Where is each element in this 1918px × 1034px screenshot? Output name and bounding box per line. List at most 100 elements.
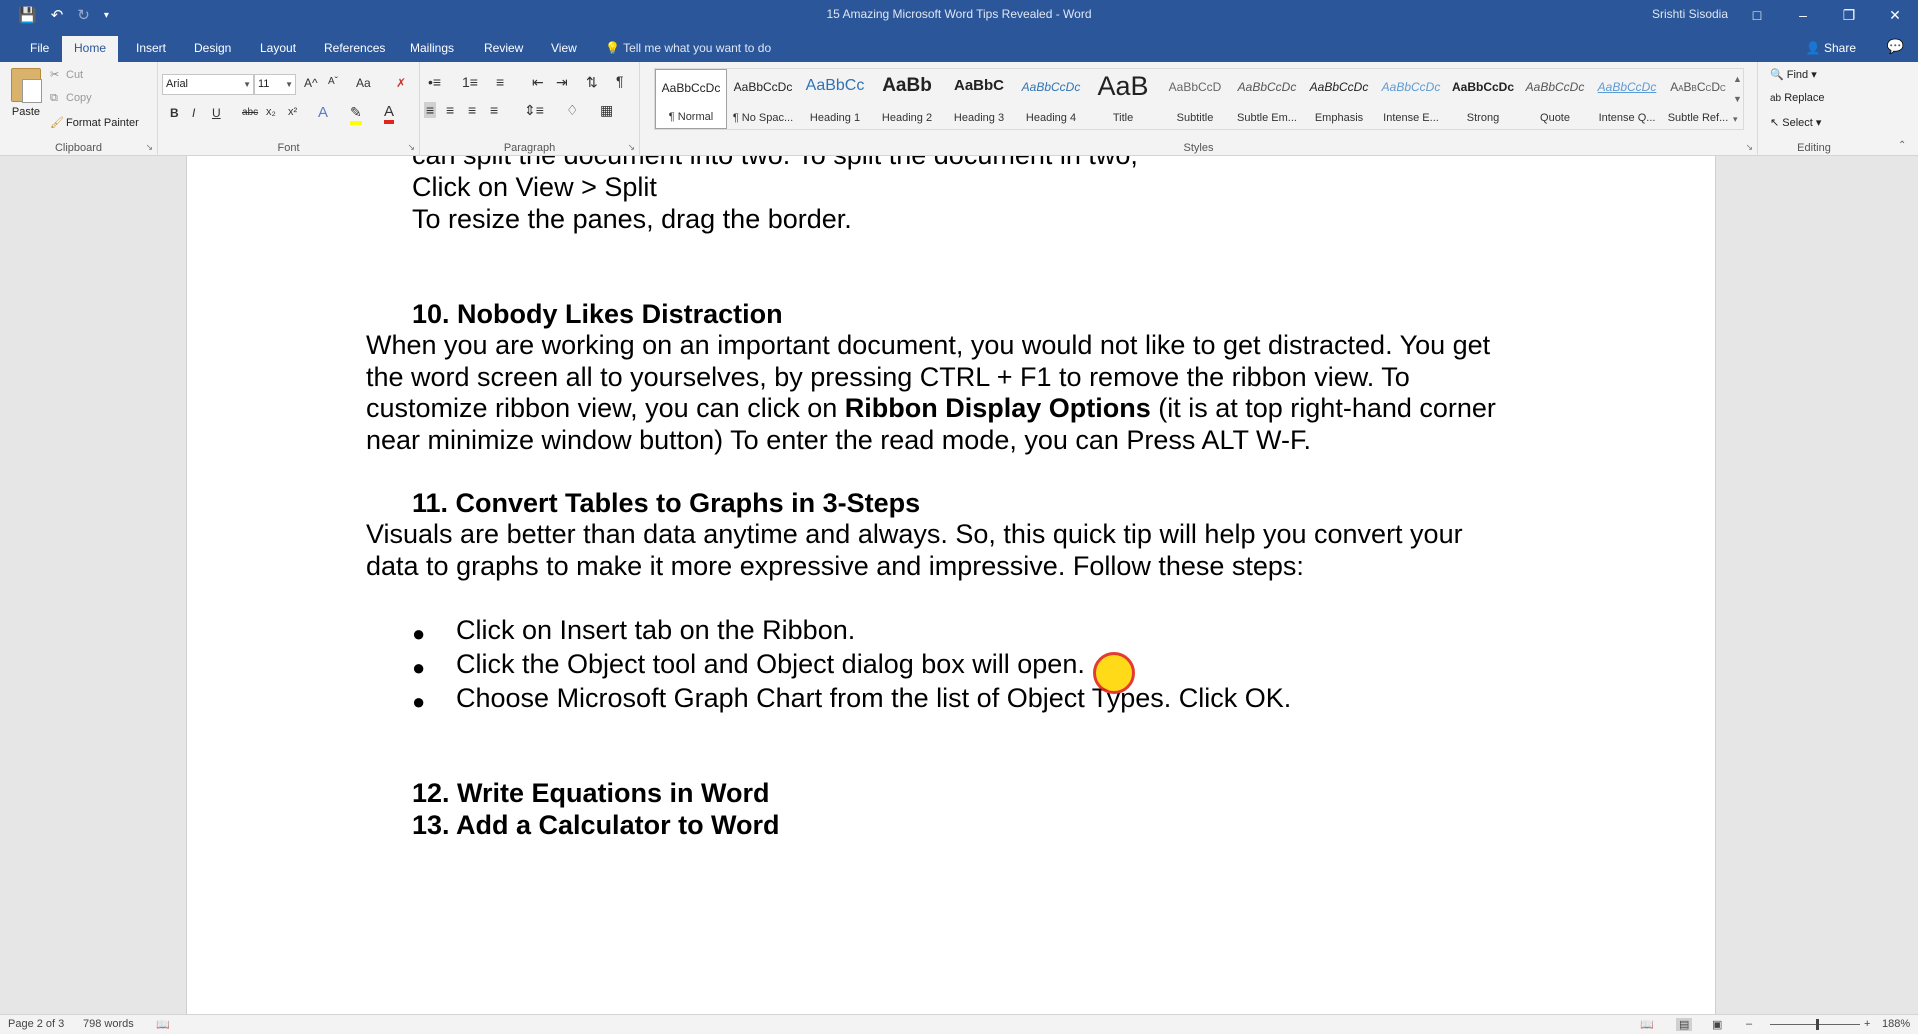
font-family-select[interactable]: Arial ▼ [162,74,254,95]
paragraph-line: can split the document into two. To spli… [412,156,1138,171]
paste-button[interactable]: Paste [8,68,44,118]
tab-layout[interactable]: Layout [248,36,308,62]
change-case-button[interactable]: Aa [356,76,371,90]
read-mode-icon[interactable]: 📖 [1640,1018,1654,1031]
zoom-level[interactable]: 188% [1882,1018,1910,1030]
paintbrush-icon: 🖌 [50,117,64,129]
tab-view[interactable]: View [539,36,589,62]
strikethrough-button[interactable]: abc [242,107,258,118]
style-name: Intense Q... [1598,112,1656,124]
font-size-select[interactable]: 11 ▼ [254,74,296,95]
zoom-out-icon[interactable]: – [1746,1018,1752,1030]
style-subtle-reference[interactable]: AaBbCcDc Subtle Ref... [1663,69,1733,129]
tab-mailings[interactable]: Mailings [398,36,466,62]
subscript-button[interactable]: x₂ [266,106,276,118]
style-subtle-emphasis[interactable]: AaBbCcDc Subtle Em... [1231,69,1303,129]
dialog-launcher-icon[interactable]: ↘ [145,142,153,153]
italic-button[interactable]: I [192,106,195,120]
format-painter-button[interactable]: 🖌 Format Painter [50,116,139,129]
replace-button[interactable]: ab Replace [1770,92,1825,104]
select-button[interactable]: ↖ Select ▾ [1770,116,1821,129]
paragraph-line: When you are working on an important doc… [366,330,1491,360]
word-count[interactable]: 798 words [83,1018,134,1030]
style-intense-quote[interactable]: AaBbCcDc Intense Q... [1591,69,1663,129]
style-heading-1[interactable]: AaBbCc Heading 1 [799,69,871,129]
text-effects-icon[interactable]: A [318,104,328,121]
tab-insert[interactable]: Insert [124,36,178,62]
style-preview: AaBbCcDc [1381,80,1441,94]
cut-button[interactable]: ✂ Cut [50,68,83,81]
style-quote[interactable]: AaBbCcDc Quote [1519,69,1591,129]
style-normal[interactable]: AaBbCcDc ¶ Normal [655,69,727,129]
multilevel-list-icon[interactable]: ≡ [496,74,504,90]
web-layout-icon[interactable]: ▣ [1712,1018,1722,1031]
tab-home[interactable]: Home [62,36,119,62]
bold-button[interactable]: B [170,106,179,120]
paragraph-group: •≡ 1≡ ≡ ⇤ ⇥ ⇅ ¶ ≡ ≡ ≡ ≡ ⇕≡ ♢ ▦ Paragraph… [420,62,640,156]
minimize-icon[interactable]: – [1780,0,1826,32]
pointer-icon: ↖ [1770,117,1780,129]
tell-me-box[interactable]: 💡 Tell me what you want to do [605,36,771,62]
style-intense-emphasis[interactable]: AaBbCcDc Intense E... [1375,69,1447,129]
show-formatting-icon[interactable]: ¶ [616,73,624,89]
gallery-scroll-icon[interactable]: ▲ ▼ ▾ [1733,69,1742,129]
bullets-icon[interactable]: •≡ [428,74,441,90]
highlight-color-icon[interactable]: ✎ [350,104,362,125]
superscript-button[interactable]: x² [288,106,297,118]
style-subtitle[interactable]: AaBbCcD Subtitle [1159,69,1231,129]
sort-icon[interactable]: ⇅ [586,74,598,91]
document-title: 15 Amazing Microsoft Word Tips Revealed … [826,7,1092,21]
align-center-icon[interactable]: ≡ [446,102,454,118]
tab-review[interactable]: Review [472,36,535,62]
style-preview: AaBbCcDc [1597,80,1657,94]
copy-button[interactable]: ⧉ Copy [50,92,92,105]
style-heading-2[interactable]: AaBb Heading 2 [871,69,943,129]
grow-font-button[interactable]: A^ [304,76,318,90]
align-right-icon[interactable]: ≡ [468,102,476,118]
justify-icon[interactable]: ≡ [490,102,498,118]
user-name[interactable]: Srishti Sisodia [1652,7,1728,21]
borders-icon[interactable]: ▦ [600,102,613,119]
shrink-font-button[interactable]: Aˇ [328,76,338,87]
style-preview: AaBbCcD [1168,80,1222,94]
dialog-launcher-icon[interactable]: ↘ [1745,142,1753,153]
close-icon[interactable]: ✕ [1872,0,1918,32]
zoom-slider[interactable] [1770,1024,1860,1025]
line-spacing-icon[interactable]: ⇕≡ [524,102,544,119]
style-no-spacing[interactable]: AaBbCcDc ¶ No Spac... [727,69,799,129]
comments-icon[interactable]: 💬 [1887,38,1904,55]
ribbon-display-options-icon[interactable]: □ [1734,0,1780,32]
share-button[interactable]: 👤 Share [1806,36,1856,60]
clear-formatting-icon[interactable]: ✗ [396,76,406,90]
style-heading-3[interactable]: AaBbC Heading 3 [943,69,1015,129]
page-count[interactable]: Page 2 of 3 [8,1018,64,1030]
find-button[interactable]: 🔍 Find ▾ [1770,68,1817,81]
underline-button[interactable]: U [212,106,221,120]
decrease-indent-icon[interactable]: ⇤ [532,74,544,91]
increase-indent-icon[interactable]: ⇥ [556,74,568,91]
collapse-ribbon-icon[interactable]: ⌃ [1898,140,1906,151]
dialog-launcher-icon[interactable]: ↘ [407,142,415,153]
style-preview: AaBbCcDc [1670,80,1726,94]
font-color-icon[interactable]: A [384,103,395,124]
style-title[interactable]: AaB Title [1087,69,1159,129]
zoom-slider-thumb[interactable] [1816,1019,1819,1030]
dialog-launcher-icon[interactable]: ↘ [627,142,635,153]
shading-icon[interactable]: ♢ [566,102,579,119]
zoom-in-icon[interactable]: + [1864,1018,1870,1030]
style-heading-4[interactable]: AaBbCcDc Heading 4 [1015,69,1087,129]
window-controls: □ – ❐ ✕ [1734,0,1918,32]
paragraph-line: data to graphs to make it more expressiv… [366,551,1304,581]
proofing-icon[interactable]: 📖 [156,1018,170,1031]
print-layout-icon[interactable]: ▤ [1676,1018,1693,1031]
style-emphasis[interactable]: AaBbCcDc Emphasis [1303,69,1375,129]
tab-file[interactable]: File [18,36,61,62]
numbering-icon[interactable]: 1≡ [462,74,478,90]
tab-design[interactable]: Design [182,36,243,62]
document-page[interactable]: can split the document into two. To spli… [186,156,1716,1014]
style-strong[interactable]: AaBbCcDc Strong [1447,69,1519,129]
align-left-icon[interactable]: ≡ [424,102,437,118]
tell-me-text: Tell me what you want to do [623,41,772,55]
maximize-icon[interactable]: ❐ [1826,0,1872,32]
tab-references[interactable]: References [312,36,397,62]
